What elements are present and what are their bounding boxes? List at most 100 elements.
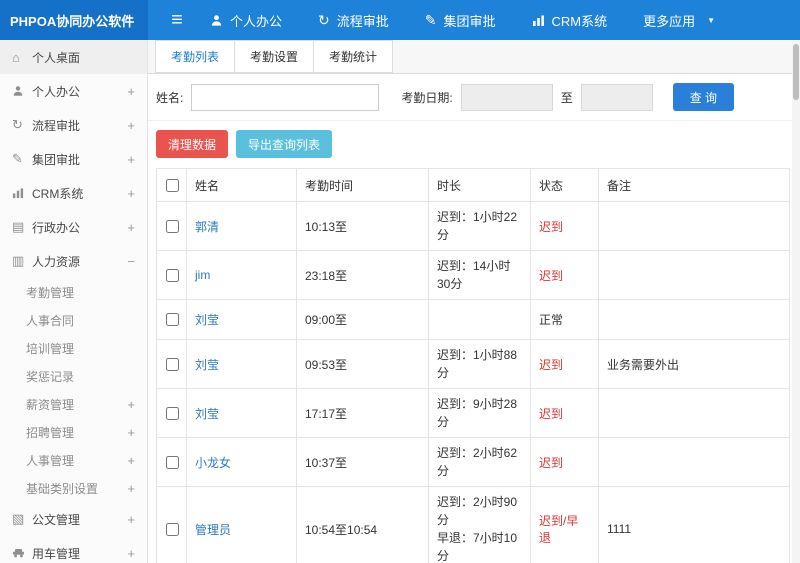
- row-checkbox[interactable]: [165, 406, 179, 420]
- date-filter-label: 考勤日期:: [401, 90, 453, 105]
- filter-bar: 姓名: 考勤日期: 至 查 询: [148, 74, 800, 121]
- top-navigation: 个人办公 ↻ 流程审批 ✎ 集团审批 CRM系统 更多应用 ▼: [210, 0, 715, 40]
- workflow-cycle-icon: ↻: [318, 11, 330, 28]
- table-row: 小龙女 10:37至 迟到：2小时62分 迟到: [156, 437, 790, 487]
- row-checkbox[interactable]: [165, 268, 179, 282]
- expand-indicator: +: [127, 545, 135, 561]
- table-header-row: 姓名 考勤时间 时长 状态 备注: [156, 168, 790, 202]
- export-list-button[interactable]: 导出查询列表: [236, 130, 333, 158]
- sidebar-item-human-resources[interactable]: ▥ 人力资源 −: [0, 244, 147, 278]
- expand-indicator: +: [127, 452, 135, 468]
- sidebar-item-workflow-approval[interactable]: ↻ 流程审批 +: [0, 108, 147, 142]
- sidebar-subitem-reward-punishment[interactable]: 奖惩记录: [0, 362, 147, 390]
- employee-name-link[interactable]: 管理员: [195, 523, 231, 537]
- sidebar-item-label: 用车管理: [32, 546, 81, 561]
- table-row: jim 23:18至 迟到：14小时30分 迟到: [156, 250, 790, 300]
- note-cell: [598, 299, 790, 340]
- expand-indicator: +: [127, 83, 135, 99]
- employee-name-link[interactable]: 刘莹: [195, 313, 219, 327]
- sidebar-subitem-attendance-management[interactable]: 考勤管理: [0, 278, 147, 306]
- collapse-indicator: −: [127, 253, 135, 269]
- bar-chart-icon: [532, 14, 545, 27]
- tab-attendance-settings[interactable]: 考勤设置: [234, 40, 315, 73]
- date-to-label: 至: [560, 90, 573, 105]
- name-filter-label: 姓名:: [156, 90, 184, 105]
- attendance-time: 10:13至: [296, 201, 429, 251]
- status-cell: 迟到: [530, 388, 599, 438]
- name-filter-input[interactable]: [191, 83, 380, 111]
- date-end-input[interactable]: [580, 83, 653, 111]
- document-icon: ▧: [12, 511, 25, 526]
- sidebar-item-label: CRM系统: [32, 186, 84, 201]
- date-start-input[interactable]: [460, 83, 553, 111]
- nav-more-apps[interactable]: 更多应用 ▼: [643, 11, 715, 30]
- employee-name-link[interactable]: 小龙女: [195, 456, 231, 470]
- table-row: 管理员 10:54至10:54 迟到：2小时90分 早退：7小时10分 迟到/早…: [156, 486, 790, 563]
- sidebar-subitem-base-category-settings[interactable]: 基础类别设置 +: [0, 474, 147, 502]
- row-checkbox[interactable]: [165, 522, 179, 536]
- vertical-scrollbar[interactable]: [792, 40, 800, 563]
- employee-name-link[interactable]: 郭清: [195, 220, 219, 234]
- status-cell: 迟到: [530, 201, 599, 251]
- sidebar-item-label: 人事管理: [26, 453, 75, 468]
- sidebar-item-label: 流程审批: [32, 118, 81, 133]
- nav-label: 集团审批: [443, 13, 496, 29]
- sidebar-item-personal-desktop[interactable]: ⌂ 个人桌面: [0, 40, 147, 74]
- sidebar-item-group-approval[interactable]: ✎ 集团审批 +: [0, 142, 147, 176]
- sidebar-subitem-salary-management[interactable]: 薪资管理 +: [0, 390, 147, 418]
- sidebar-subitem-recruitment-management[interactable]: 招聘管理 +: [0, 418, 147, 446]
- sidebar-subitem-personnel-management[interactable]: 人事管理 +: [0, 446, 147, 474]
- attendance-time: 09:53至: [296, 339, 429, 389]
- sidebar-item-label: 奖惩记录: [26, 369, 75, 384]
- row-checkbox[interactable]: [165, 313, 179, 326]
- sidebar-item-label: 公文管理: [32, 512, 81, 527]
- sidebar-item-document-management[interactable]: ▧ 公文管理 +: [0, 502, 147, 536]
- search-button[interactable]: 查 询: [672, 83, 735, 111]
- nav-personal-office[interactable]: 个人办公: [210, 11, 282, 30]
- employee-name-link[interactable]: jim: [195, 268, 210, 282]
- sidebar-item-admin-office[interactable]: ▤ 行政办公 +: [0, 210, 147, 244]
- row-checkbox[interactable]: [165, 219, 179, 233]
- sidebar-item-vehicle-management[interactable]: 用车管理 +: [0, 536, 147, 563]
- row-checkbox[interactable]: [165, 455, 179, 469]
- caret-down-icon: ▼: [707, 15, 716, 25]
- sidebar-subitem-hr-contract[interactable]: 人事合同: [0, 306, 147, 334]
- sidebar-item-personal-office[interactable]: 个人办公 +: [0, 74, 147, 108]
- tab-attendance-list[interactable]: 考勤列表: [155, 40, 236, 73]
- column-header-duration: 时长: [428, 168, 531, 202]
- sidebar-subitem-training-management[interactable]: 培训管理: [0, 334, 147, 362]
- employee-name-link[interactable]: 刘莹: [195, 358, 219, 372]
- sidebar-item-label: 个人办公: [32, 84, 81, 99]
- nav-label: 个人办公: [230, 13, 283, 29]
- clear-data-button[interactable]: 清理数据: [156, 130, 229, 158]
- user-icon: [12, 85, 32, 97]
- note-cell: [598, 201, 790, 251]
- main-layout: ⌂ 个人桌面 个人办公 + ↻ 流程审批 + ✎ 集团审批 + CRM系统 +: [0, 40, 800, 563]
- table-row: 刘莹 09:53至 迟到：1小时88分 迟到 业务需要外出: [156, 339, 790, 389]
- user-icon: [210, 14, 223, 27]
- select-all-checkbox[interactable]: [165, 178, 179, 192]
- column-header-time: 考勤时间: [296, 168, 429, 202]
- tab-attendance-statistics[interactable]: 考勤统计: [313, 40, 394, 73]
- nav-workflow-approval[interactable]: ↻ 流程审批: [318, 11, 389, 30]
- sidebar-item-label: 人事合同: [26, 313, 75, 328]
- tab-bar: 考勤列表 考勤设置 考勤统计: [148, 40, 800, 74]
- status-cell: 迟到: [530, 250, 599, 300]
- status-cell: 迟到/早退: [530, 486, 599, 563]
- row-checkbox[interactable]: [165, 357, 179, 371]
- nav-group-approval[interactable]: ✎ 集团审批: [425, 11, 496, 30]
- employee-name-link[interactable]: 刘莹: [195, 407, 219, 421]
- note-cell: 1111: [598, 486, 790, 563]
- expand-indicator: +: [127, 396, 135, 412]
- expand-indicator: +: [127, 480, 135, 496]
- workflow-cycle-icon: ↻: [12, 117, 23, 132]
- expand-indicator: +: [127, 511, 135, 527]
- sidebar-item-label: 集团审批: [32, 152, 81, 167]
- hamburger-menu-icon[interactable]: ≡: [148, 0, 206, 40]
- sidebar-item-crm-system[interactable]: CRM系统 +: [0, 176, 147, 210]
- scrollbar-thumb[interactable]: [793, 44, 799, 100]
- expand-indicator: +: [127, 185, 135, 201]
- book-icon: ▥: [12, 253, 25, 268]
- home-icon: ⌂: [12, 49, 20, 65]
- nav-crm-system[interactable]: CRM系统: [532, 11, 607, 30]
